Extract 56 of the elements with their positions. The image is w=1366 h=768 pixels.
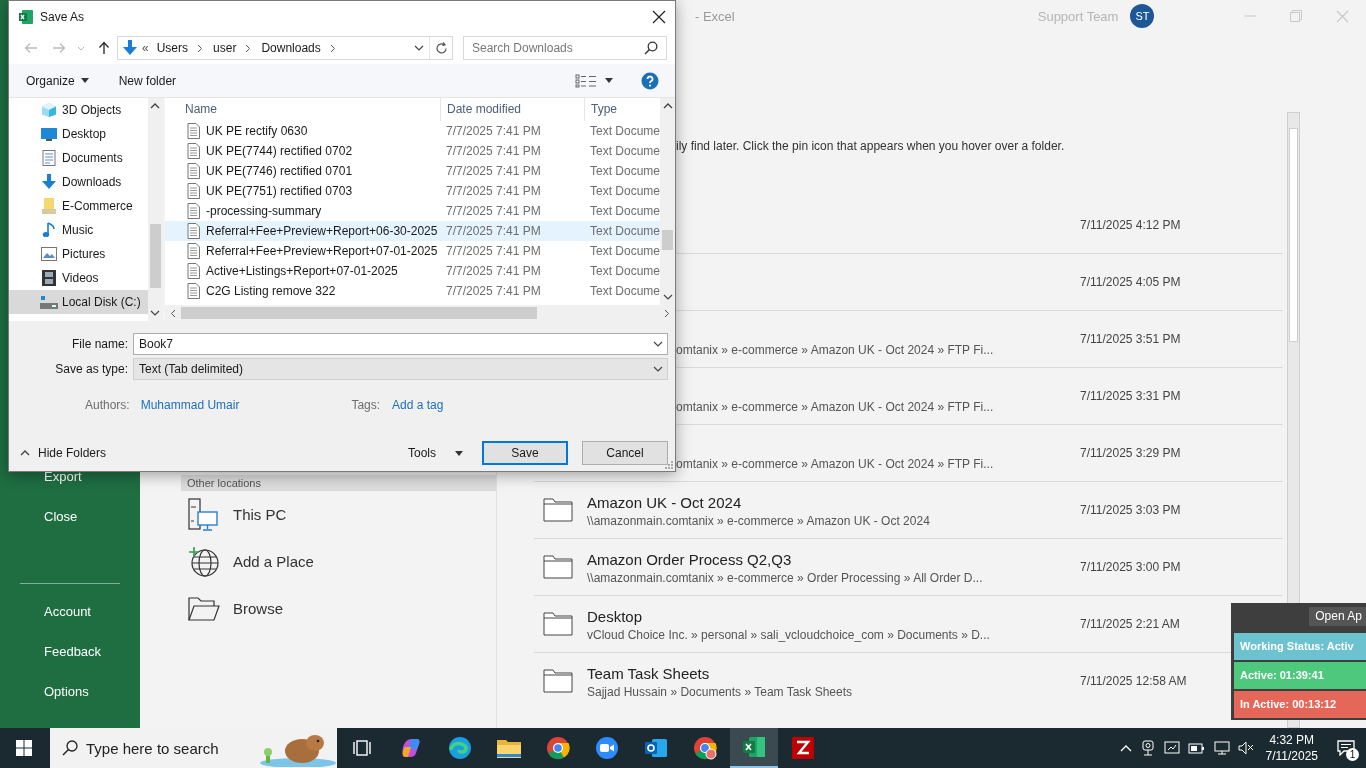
file-name: UK PE(7744) rectified 0702 bbox=[205, 144, 353, 158]
window-title: - Excel bbox=[695, 8, 735, 24]
status-bar: Active: 01:39:41 bbox=[1234, 662, 1366, 689]
file-type: Text Docume bbox=[589, 224, 660, 238]
folder-name: Amazon Order Process Q2,Q3 bbox=[587, 549, 793, 569]
field-label: Save as type: bbox=[54, 362, 128, 376]
file-type: Text Docume bbox=[589, 264, 660, 278]
folder-name: Desktop bbox=[587, 606, 644, 626]
file-name: UK PE rectify 0630 bbox=[205, 124, 308, 138]
date-text: 7/11/2025 bbox=[1265, 748, 1318, 764]
folder-path: \\amazonmain.comtanix » e-commerce » Amazon UK - Oct 2024 bbox=[587, 513, 931, 528]
folder-path: omtanix » e-commerce » Amazon UK - Oct 2024 » FTP Fi... bbox=[676, 456, 995, 471]
file-name: Referral+Fee+Preview+Report+07-01-2025 bbox=[205, 244, 438, 258]
notification-count: 1 bbox=[1346, 748, 1359, 761]
file-type: Text Docume bbox=[589, 164, 660, 178]
file-name: UK PE(7746) rectified 0701 bbox=[205, 164, 353, 178]
file-name: UK PE(7751) rectified 0703 bbox=[205, 184, 353, 198]
file-type: Text Docume bbox=[589, 284, 660, 298]
section-header: Other locations bbox=[181, 475, 496, 491]
hint-text: ily find later. Click the pin icon that appears when you hover over a folder. bbox=[676, 139, 1065, 153]
folder-path: omtanix » e-commerce » Amazon UK - Oct 2024 » FTP Fi... bbox=[676, 342, 995, 357]
folder-name: Team Task Sheets bbox=[587, 663, 711, 683]
folder-path: \\amazonmain.comtanix » e-commerce » Order Processing » All Order D... bbox=[587, 570, 984, 585]
modified-date: 7/11/2025 3:00 PM bbox=[1080, 560, 1181, 574]
file-type: Text Docume bbox=[589, 184, 660, 198]
file-type: Text Docume bbox=[589, 204, 660, 218]
modified-date: 7/11/2025 4:05 PM bbox=[1080, 275, 1181, 289]
file-name: C2G Listing remove 322 bbox=[205, 284, 336, 298]
file-type: Text Docume bbox=[589, 124, 660, 138]
field-label: Authors: bbox=[85, 398, 130, 412]
field-label: File name: bbox=[70, 337, 128, 351]
user-name: Support Team bbox=[1037, 8, 1119, 24]
file-date: 7/7/2025 7:41 PM bbox=[445, 124, 541, 138]
modified-date: 7/11/2025 3:31 PM bbox=[1080, 389, 1181, 403]
modified-date: 7/11/2025 12:58 AM bbox=[1080, 674, 1187, 688]
folder-name: Amazon UK - Oct 2024 bbox=[587, 492, 743, 512]
file-date: 7/7/2025 7:41 PM bbox=[445, 164, 541, 178]
time-text: 4:32 PM bbox=[1269, 732, 1315, 748]
file-name: Active+Listings+Report+07-01-2025 bbox=[205, 264, 398, 278]
field-label: Tags: bbox=[351, 398, 381, 412]
file-name: Referral+Fee+Preview+Report+06-30-2025 bbox=[205, 224, 438, 238]
file-date: 7/7/2025 7:41 PM bbox=[445, 184, 541, 198]
modified-date: 7/11/2025 2:21 AM bbox=[1080, 617, 1180, 631]
folder-path: Sajjad Hussain » Documents » Team Task Sheets bbox=[587, 684, 854, 699]
file-type: Text Docume bbox=[589, 144, 660, 158]
folder-path: vCloud Choice Inc. » personal » sali_vcloudchoice_com » Documents » D... bbox=[587, 627, 991, 642]
status-bar: In Active: 00:13:12 bbox=[1234, 691, 1366, 718]
file-name: -processing-summary bbox=[205, 204, 322, 218]
dialog-title: Save As bbox=[40, 9, 85, 24]
modified-date: 7/11/2025 3:29 PM bbox=[1080, 446, 1181, 460]
status-bar: Working Status: Activ bbox=[1234, 633, 1366, 660]
file-date: 7/7/2025 7:41 PM bbox=[445, 144, 541, 158]
folder-path: omtanix » e-commerce » Amazon UK - Oct 2024 » FTP Fi... bbox=[676, 399, 995, 414]
modified-date: 7/11/2025 3:51 PM bbox=[1080, 332, 1181, 346]
modified-date: 7/11/2025 4:12 PM bbox=[1080, 218, 1181, 232]
modified-date: 7/11/2025 3:03 PM bbox=[1080, 503, 1181, 517]
